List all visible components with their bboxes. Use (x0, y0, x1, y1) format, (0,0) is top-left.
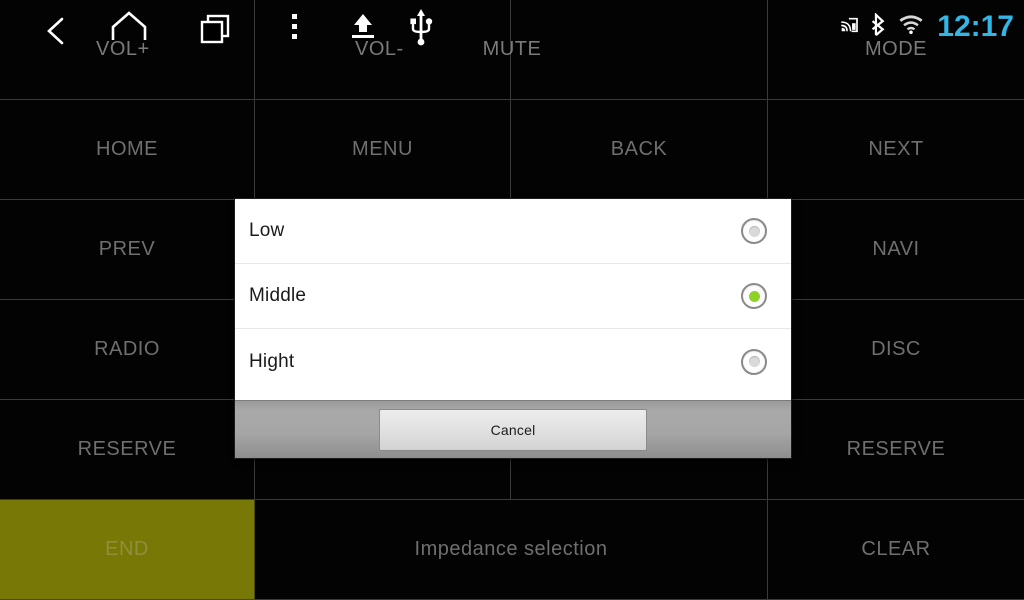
eject-up-icon[interactable] (348, 10, 378, 48)
cell-impedance-selection[interactable]: Impedance selection (255, 500, 768, 600)
cell-label: PREV (98, 238, 156, 260)
cell-reserve-right[interactable]: RESERVE (768, 400, 1024, 500)
radio-hight[interactable] (741, 348, 767, 375)
menu-dot (291, 14, 297, 19)
cell-label: NEXT (868, 138, 924, 160)
cell-home[interactable]: HOME (0, 100, 255, 200)
dialog-footer: Cancel (235, 400, 791, 458)
cell-menu[interactable]: MENU (255, 100, 511, 200)
option-list: Low Middle Hight (235, 199, 791, 400)
radio-pip (748, 225, 760, 237)
cell-label: MENU (352, 138, 413, 160)
cell-label: RESERVE (77, 438, 177, 460)
option-label: Middle (249, 285, 307, 306)
radio-low[interactable] (741, 218, 767, 244)
cancel-button[interactable]: Cancel (379, 408, 647, 451)
cell-label: HOME (96, 138, 158, 160)
impedance-selection-dialog: Low Middle Hight Cancel (235, 199, 791, 458)
home-icon[interactable] (106, 10, 152, 50)
cell-radio[interactable]: RADIO (0, 300, 255, 400)
cell-label: RADIO (94, 338, 160, 360)
wifi-icon (898, 14, 924, 40)
cell-mute[interactable]: MUTE (511, 0, 768, 100)
back-icon[interactable] (40, 14, 74, 48)
cell-reserve-left[interactable]: RESERVE (0, 400, 255, 500)
option-label: Hight (249, 350, 295, 372)
radio-middle[interactable] (741, 283, 767, 309)
option-row-hight[interactable]: Hight (235, 329, 791, 394)
cell-label: END (105, 538, 149, 560)
cell-prev[interactable]: PREV (0, 200, 255, 300)
status-icon-tray: 12:17 (837, 12, 1014, 42)
overflow-menu-icon[interactable] (286, 14, 302, 48)
cell-clear[interactable]: CLEAR (768, 500, 1024, 600)
option-row-middle[interactable]: Middle (235, 264, 791, 329)
recents-icon[interactable] (198, 12, 232, 46)
cell-navi[interactable]: NAVI (768, 200, 1024, 300)
cell-label: BACK (610, 138, 668, 160)
cell-disc[interactable]: DISC (768, 300, 1024, 400)
menu-dot (291, 24, 297, 29)
radio-pip (748, 290, 760, 302)
option-label: Low (249, 220, 285, 241)
menu-dot (291, 34, 297, 39)
usb-icon[interactable] (408, 8, 434, 50)
cell-label: Impedance selection (414, 538, 608, 560)
cell-end[interactable]: END (0, 500, 255, 600)
radio-pip (748, 356, 760, 367)
head-unit-screen: MUTE MODE HOME MENU BACK NEXT PREV NAVI … (0, 0, 1024, 600)
cell-next[interactable]: NEXT (768, 100, 1024, 200)
cast-icon (837, 16, 859, 39)
bluetooth-icon (870, 11, 887, 42)
cell-label: DISC (871, 338, 921, 360)
cell-label: NAVI (872, 238, 920, 260)
option-row-low[interactable]: Low (235, 199, 791, 264)
cell-label: RESERVE (846, 438, 946, 460)
cell-label: CLEAR (861, 538, 931, 560)
cell-back[interactable]: BACK (511, 100, 768, 200)
clock: 12:17 (937, 10, 1014, 43)
